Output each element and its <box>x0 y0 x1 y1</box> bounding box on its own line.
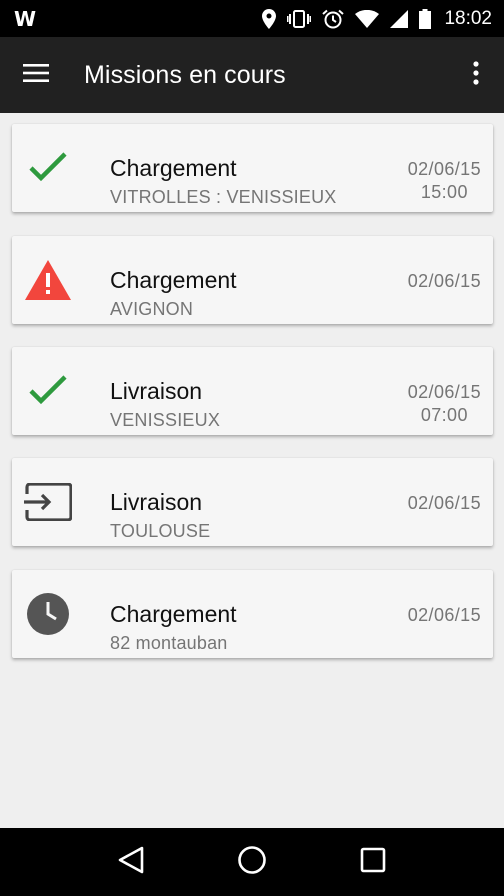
mission-date: 02/06/15 <box>407 493 481 513</box>
mission-date: 02/06/15 <box>407 159 481 179</box>
home-button[interactable] <box>224 834 280 890</box>
check-icon <box>24 367 72 415</box>
mission-title: Chargement <box>110 267 237 293</box>
mission-location: VITROLLES : VENISSIEUX <box>110 187 337 207</box>
alarm-icon <box>322 9 345 29</box>
recents-button[interactable] <box>345 834 401 890</box>
status-icons: 18:02 <box>262 8 492 30</box>
mission-time: 07:00 <box>420 405 468 425</box>
mission-card[interactable]: Chargement VITROLLES : VENISSIEUX 02/06/… <box>12 124 493 212</box>
mission-date: 02/06/15 <box>407 271 481 291</box>
input-icon <box>24 478 72 526</box>
clock-icon <box>24 590 72 638</box>
mission-title: Chargement <box>110 155 237 181</box>
vibrate-icon <box>287 9 312 28</box>
mission-date: 02/06/15 <box>407 382 481 402</box>
mission-datetime: 02/06/15 <box>408 270 481 293</box>
mission-title: Chargement <box>110 601 237 627</box>
mission-location: 82 montauban <box>110 633 228 653</box>
app-notification-logo: W <box>14 6 37 31</box>
mission-datetime: 02/06/15 07:00 <box>408 381 481 427</box>
clock-time: 18:02 <box>444 7 492 29</box>
signal-icon <box>390 9 409 28</box>
mission-card[interactable]: Chargement 82 montauban 02/06/15 <box>12 570 493 658</box>
mission-date: 02/06/15 <box>407 605 481 625</box>
mission-location: VENISSIEUX <box>110 410 221 430</box>
check-icon <box>24 144 72 192</box>
mission-card[interactable]: Chargement AVIGNON 02/06/15 <box>12 236 493 324</box>
mission-title: Livraison <box>110 489 203 515</box>
app-bar: Missions en cours <box>0 37 504 113</box>
mission-card[interactable]: Livraison VENISSIEUX 02/06/15 07:00 <box>12 347 493 435</box>
battery-icon <box>419 8 432 29</box>
mission-location: TOULOUSE <box>110 521 211 541</box>
status-bar: W 18:02 <box>0 0 504 37</box>
overflow-menu-button[interactable] <box>448 37 504 113</box>
mission-datetime: 02/06/15 <box>408 492 481 515</box>
system-nav-bar <box>0 828 504 896</box>
back-icon <box>118 846 144 879</box>
mission-time: 15:00 <box>420 182 468 202</box>
page-title: Missions en cours <box>84 60 286 89</box>
warning-icon <box>24 256 72 304</box>
mission-location: AVIGNON <box>110 299 194 319</box>
mission-title: Livraison <box>110 378 203 404</box>
wifi-icon <box>355 9 380 28</box>
back-button[interactable] <box>103 834 159 890</box>
mission-datetime: 02/06/15 <box>408 604 481 627</box>
menu-icon <box>23 63 49 88</box>
mission-datetime: 02/06/15 15:00 <box>408 158 481 204</box>
more-vert-icon <box>473 60 479 90</box>
recents-icon <box>360 847 386 878</box>
location-icon <box>262 8 277 29</box>
mission-card[interactable]: Livraison TOULOUSE 02/06/15 <box>12 458 493 546</box>
home-icon <box>237 845 267 880</box>
menu-button[interactable] <box>0 37 78 113</box>
